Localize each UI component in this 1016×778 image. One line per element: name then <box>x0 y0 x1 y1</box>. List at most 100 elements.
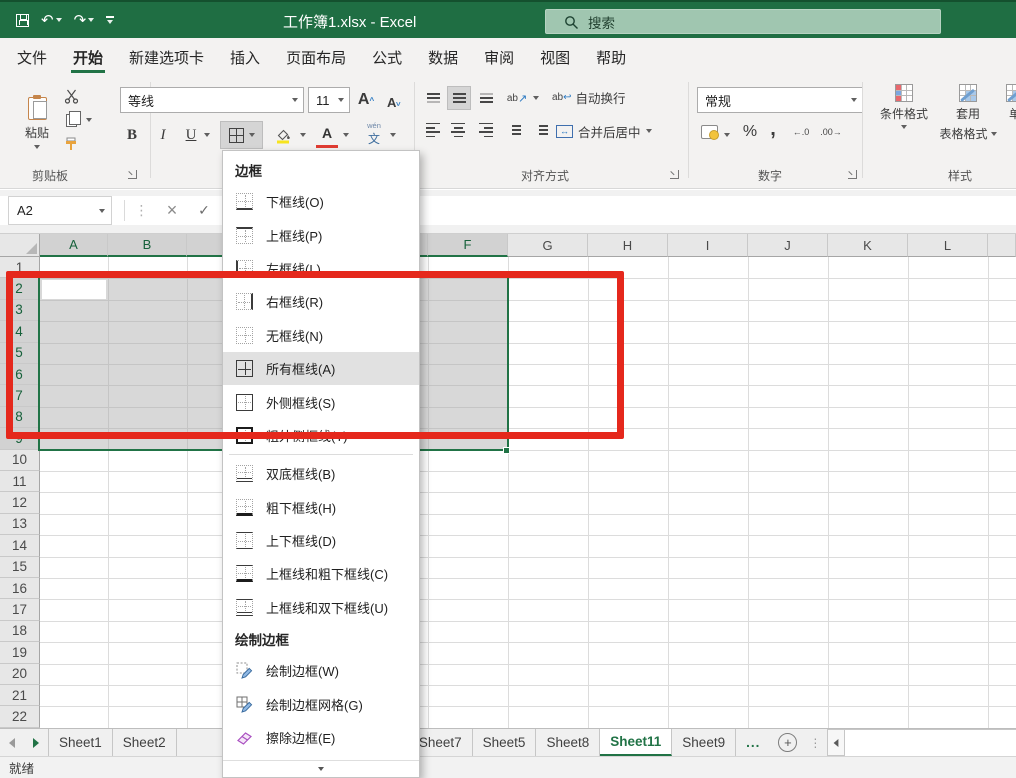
row-header-19[interactable]: 19 <box>0 642 40 663</box>
name-box-options-icon[interactable]: ⋮ <box>130 196 154 225</box>
italic-button[interactable]: I <box>153 123 173 147</box>
search-input[interactable]: 搜索 <box>545 9 941 34</box>
underline-dropdown-arrow[interactable] <box>204 133 210 137</box>
hscroll-left-arrow[interactable] <box>827 729 845 756</box>
customize-qat-icon[interactable] <box>106 16 114 24</box>
cell-styles-button[interactable]: 单 <box>1000 84 1016 122</box>
worksheet-grid[interactable]: ABCDEFGHIJKL1234567891011121314151617181… <box>0 234 1016 728</box>
row-header-17[interactable]: 17 <box>0 599 40 620</box>
font-color-button[interactable]: A <box>314 121 340 149</box>
row-header-20[interactable]: 20 <box>0 664 40 685</box>
number-format-combo[interactable]: 常规 <box>697 87 863 113</box>
row-header-6[interactable]: 6 <box>0 364 40 385</box>
row-header-2[interactable]: 2 <box>0 278 40 299</box>
more-sheets-indicator[interactable]: ... <box>736 729 770 756</box>
name-box[interactable]: A2 <box>8 196 112 225</box>
sheet-tab-Sheet5[interactable]: Sheet5 <box>473 729 537 756</box>
row-header-16[interactable]: 16 <box>0 578 40 599</box>
column-header-J[interactable]: J <box>748 234 828 257</box>
increase-indent-button[interactable] <box>530 120 552 140</box>
row-header-3[interactable]: 3 <box>0 300 40 321</box>
column-header-partial[interactable] <box>988 234 1016 257</box>
ribbon-tab-9[interactable]: 帮助 <box>583 38 639 76</box>
copy-button[interactable] <box>60 110 82 130</box>
align-center-button[interactable] <box>447 120 469 140</box>
row-header-13[interactable]: 13 <box>0 514 40 535</box>
menu-item-8[interactable]: 粗外侧框线(T) <box>223 419 419 452</box>
format-as-table-button[interactable]: 套用 表格格式 <box>938 84 998 142</box>
menu-item-1[interactable]: 下框线(O) <box>223 185 419 218</box>
decrease-decimal-button[interactable]: .00→ <box>818 123 844 141</box>
accounting-dropdown-arrow[interactable] <box>724 133 730 137</box>
column-header-G[interactable]: G <box>508 234 588 257</box>
selection-fill-handle[interactable] <box>503 447 510 454</box>
row-header-14[interactable]: 14 <box>0 535 40 556</box>
menu-item-5[interactable]: 无框线(N) <box>223 319 419 352</box>
borders-button[interactable] <box>220 121 263 149</box>
ribbon-tab-7[interactable]: 审阅 <box>471 38 527 76</box>
clipboard-dialog-launcher[interactable] <box>128 170 137 179</box>
align-left-button[interactable] <box>422 120 444 140</box>
increase-decimal-button[interactable]: ←.0 <box>788 123 814 141</box>
menu-item-12[interactable]: 上下框线(D) <box>223 524 419 557</box>
font-size-combo[interactable]: 11 <box>308 87 350 113</box>
menu-item-3[interactable]: 左框线(L) <box>223 252 419 285</box>
menu-item-6-highlighted[interactable]: 所有框线(A) <box>223 352 419 385</box>
fill-color-button[interactable] <box>268 121 298 149</box>
sheet-tab-Sheet1[interactable]: Sheet1 <box>49 729 113 756</box>
top-align-button[interactable] <box>422 88 444 108</box>
comma-style-button[interactable]: , <box>764 116 782 142</box>
font-color-dropdown-arrow[interactable] <box>343 133 349 137</box>
ribbon-tab-4[interactable]: 页面布局 <box>273 38 359 76</box>
menu-item-18[interactable]: 擦除边框(E) <box>223 721 419 754</box>
row-header-11[interactable]: 11 <box>0 471 40 492</box>
column-header-A[interactable]: A <box>40 234 108 257</box>
row-header-4[interactable]: 4 <box>0 321 40 342</box>
row-header-5[interactable]: 5 <box>0 343 40 364</box>
column-header-H[interactable]: H <box>588 234 668 257</box>
row-header-18[interactable]: 18 <box>0 621 40 642</box>
menu-item-2[interactable]: 上框线(P) <box>223 218 419 251</box>
ribbon-tab-2[interactable]: 新建选项卡 <box>116 38 217 76</box>
fill-color-dropdown-arrow[interactable] <box>300 133 306 137</box>
decrease-indent-button[interactable] <box>503 120 525 140</box>
menu-item-14[interactable]: 上框线和双下框线(U) <box>223 591 419 624</box>
ribbon-tab-6[interactable]: 数据 <box>415 38 471 76</box>
row-header-21[interactable]: 21 <box>0 685 40 706</box>
ribbon-tab-0[interactable]: 文件 <box>4 38 60 76</box>
save-icon[interactable] <box>16 14 29 27</box>
horizontal-scrollbar[interactable] <box>845 729 1016 756</box>
enter-button[interactable]: ✓ <box>192 196 216 225</box>
ribbon-tab-8[interactable]: 视图 <box>527 38 583 76</box>
menu-item-16[interactable]: 绘制边框(W) <box>223 654 419 687</box>
cancel-button[interactable]: × <box>160 196 184 225</box>
row-header-7[interactable]: 7 <box>0 385 40 406</box>
row-header-9[interactable]: 9 <box>0 428 40 449</box>
ribbon-tab-5[interactable]: 公式 <box>359 38 415 76</box>
column-header-K[interactable]: K <box>828 234 908 257</box>
conditional-formatting-button[interactable]: 条件格式 <box>872 84 936 129</box>
undo-icon[interactable]: ↶ <box>41 11 62 29</box>
bottom-align-button[interactable] <box>475 88 497 108</box>
shrink-font-button[interactable]: A^ <box>382 90 406 114</box>
orientation-button[interactable]: ab↗ <box>504 86 530 110</box>
number-dialog-launcher[interactable] <box>848 170 857 179</box>
cut-button[interactable] <box>60 86 82 106</box>
alignment-dialog-launcher[interactable] <box>670 170 679 179</box>
menu-item-13[interactable]: 上框线和粗下框线(C) <box>223 557 419 590</box>
menu-item-17[interactable]: 绘制边框网格(G) <box>223 687 419 720</box>
percent-style-button[interactable]: % <box>738 120 762 144</box>
accounting-format-button[interactable] <box>698 121 720 143</box>
column-header-B[interactable]: B <box>108 234 187 257</box>
row-header-12[interactable]: 12 <box>0 492 40 513</box>
sheet-nav-right-icon[interactable] <box>24 729 48 756</box>
sheet-tab-Sheet8[interactable]: Sheet8 <box>536 729 600 756</box>
sheet-tab-Sheet2[interactable]: Sheet2 <box>113 729 177 756</box>
bold-button[interactable]: B <box>122 123 142 147</box>
sheet-tab-Sheet11-active[interactable]: Sheet11 <box>600 729 672 756</box>
grow-font-button[interactable]: A^ <box>354 88 378 112</box>
row-header-15[interactable]: 15 <box>0 557 40 578</box>
redo-icon[interactable]: ↷ <box>74 11 95 29</box>
phonetic-guide-button[interactable]: wén 文 <box>360 118 388 150</box>
ribbon-tab-1-active[interactable]: 开始 <box>60 38 116 76</box>
